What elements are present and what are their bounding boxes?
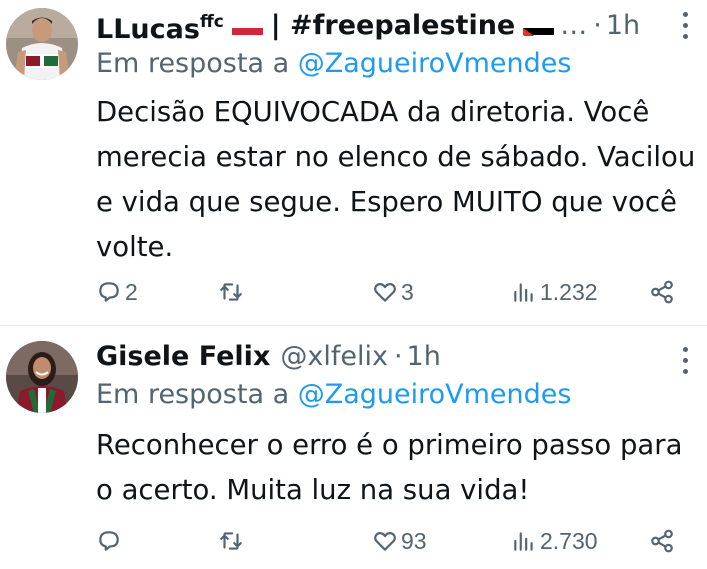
reply-prefix: Em resposta a [96, 379, 290, 410]
reply-icon [99, 531, 119, 551]
name-ellipsis: … [560, 10, 588, 41]
hungary-flag-icon [231, 16, 263, 36]
tweet-text: Reconhecer o erro é o primeiro passo par… [96, 429, 683, 506]
like-icon [374, 283, 396, 302]
views-button[interactable]: 1.232 [511, 274, 598, 310]
reply-count: 2 [125, 278, 138, 305]
views-count: 2.730 [540, 527, 598, 554]
tweet-divider [0, 325, 707, 326]
like-button[interactable]: 93 [372, 523, 427, 559]
display-name[interactable]: Gisele Felix [96, 333, 270, 381]
like-button[interactable]: 3 [372, 274, 414, 310]
action-bar: 2 3 1.232 [96, 274, 686, 310]
views-icon [514, 283, 533, 302]
retweet-icon [220, 532, 242, 550]
share-icon [651, 280, 673, 304]
reply-button[interactable]: 2 [96, 274, 138, 310]
separator-dot: · [393, 341, 403, 372]
avatar-photo [6, 8, 78, 80]
avatar[interactable] [6, 341, 78, 413]
tweet[interactable]: Gisele Felix @xlfelix · 1h Em resposta a… [0, 327, 707, 569]
avatar-photo [6, 341, 78, 413]
like-count: 93 [401, 527, 427, 554]
like-icon [374, 532, 396, 551]
share-button[interactable] [649, 523, 675, 559]
timestamp[interactable]: 1h [407, 333, 441, 381]
tweet-header: LLucasffc | #freepalestine … · 1h [96, 2, 640, 50]
share-icon [651, 529, 673, 553]
action-bar: 93 2.730 [96, 523, 686, 559]
reply-icon [99, 282, 119, 302]
retweet-icon [220, 283, 242, 301]
reply-context: Em resposta a @ZagueiroVmendes [96, 379, 571, 410]
reply-prefix: Em resposta a [96, 48, 290, 79]
reply-context: Em resposta a @ZagueiroVmendes [96, 48, 571, 79]
share-button[interactable] [649, 274, 675, 310]
timestamp[interactable]: 1h [606, 2, 640, 50]
display-name[interactable]: LLucasffc [96, 0, 224, 54]
avatar[interactable] [6, 8, 78, 80]
like-count: 3 [401, 278, 414, 305]
reply-button[interactable] [96, 523, 125, 559]
views-button[interactable]: 2.730 [511, 523, 598, 559]
reply-mention-link[interactable]: @ZagueiroVmendes [298, 379, 572, 410]
views-count: 1.232 [540, 278, 598, 305]
user-handle[interactable]: @xlfelix [280, 333, 388, 381]
views-icon [514, 532, 533, 551]
more-icon[interactable] [681, 347, 689, 377]
retweet-button[interactable] [218, 523, 247, 559]
palestine-flag-icon [523, 16, 555, 36]
retweet-button[interactable] [218, 274, 247, 310]
hashtag-text: | #freepalestine [270, 10, 516, 41]
more-icon[interactable] [681, 12, 689, 42]
tweet[interactable]: LLucasffc | #freepalestine … · 1h Em res… [0, 0, 707, 326]
separator-dot: · [593, 10, 602, 41]
tweet-text: Decisão EQUIVOCADA da diretoria. Você me… [96, 96, 696, 263]
reply-mention-link[interactable]: @ZagueiroVmendes [298, 48, 572, 79]
tweet-header: Gisele Felix @xlfelix · 1h [96, 333, 441, 381]
